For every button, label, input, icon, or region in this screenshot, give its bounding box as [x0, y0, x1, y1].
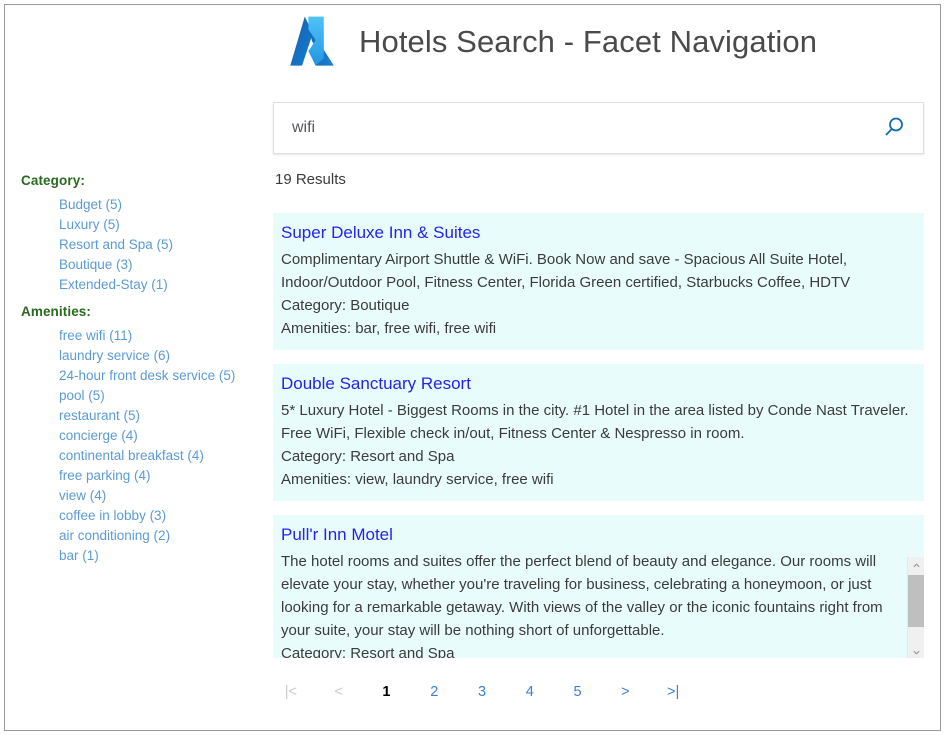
scroll-up-button[interactable]	[908, 557, 924, 574]
list-item: Budget (5)	[59, 195, 261, 215]
result-title-link[interactable]: Super Deluxe Inn & Suites	[281, 222, 910, 244]
list-item: concierge (4)	[59, 426, 261, 446]
pagination: |< < 1 2 3 4 5 > >|	[267, 681, 697, 703]
result-amenities: Amenities: view, laundry service, free w…	[281, 468, 910, 491]
facet-list-category: Budget (5) Luxury (5) Resort and Spa (5)…	[21, 195, 261, 295]
result-card[interactable]: Double Sanctuary Resort 5* Luxury Hotel …	[273, 364, 924, 501]
search-icon	[881, 115, 907, 141]
list-item: Luxury (5)	[59, 215, 261, 235]
facet-link-24-hour-front-desk-service[interactable]: 24-hour front desk service (5)	[59, 368, 235, 383]
scroll-down-button[interactable]	[908, 644, 924, 658]
result-category: Category: Boutique	[281, 294, 910, 317]
list-item: free wifi (11)	[59, 326, 261, 346]
pagination-page-1[interactable]: 1	[363, 681, 411, 703]
list-item: Extended-Stay (1)	[59, 275, 261, 295]
page-frame: Hotels Search - Facet Navigation 19 Resu…	[4, 4, 941, 731]
chevron-up-icon	[912, 561, 921, 570]
facet-group-amenities: Amenities: free wifi (11) laundry servic…	[21, 304, 261, 566]
facet-link-air-conditioning[interactable]: air conditioning (2)	[59, 528, 170, 543]
list-item: Resort and Spa (5)	[59, 235, 261, 255]
list-item: coffee in lobby (3)	[59, 506, 261, 526]
result-category: Category: Resort and Spa	[281, 642, 910, 658]
facet-link-budget[interactable]: Budget (5)	[59, 197, 122, 212]
result-title-link[interactable]: Pull'r Inn Motel	[281, 524, 910, 546]
pagination-last[interactable]: >|	[649, 681, 697, 703]
list-item: Boutique (3)	[59, 255, 261, 275]
facet-link-concierge[interactable]: concierge (4)	[59, 428, 138, 443]
list-item: 24-hour front desk service (5)	[59, 366, 261, 386]
result-description: The hotel rooms and suites offer the per…	[281, 550, 910, 642]
results-scrollbar[interactable]	[907, 557, 924, 658]
page-content: Hotels Search - Facet Navigation 19 Resu…	[5, 5, 940, 730]
list-item: pool (5)	[59, 386, 261, 406]
result-card[interactable]: Pull'r Inn Motel The hotel rooms and sui…	[273, 515, 924, 658]
result-category: Category: Resort and Spa	[281, 445, 910, 468]
results-panel[interactable]: Super Deluxe Inn & Suites Complimentary …	[273, 213, 924, 658]
pagination-prev: <	[315, 681, 363, 703]
facet-heading-category: Category:	[21, 173, 261, 188]
app-header: Hotels Search - Facet Navigation	[283, 13, 817, 71]
facet-link-bar[interactable]: bar (1)	[59, 548, 99, 563]
list-item: air conditioning (2)	[59, 526, 261, 546]
list-item: restaurant (5)	[59, 406, 261, 426]
pagination-next[interactable]: >	[601, 681, 649, 703]
scrollbar-thumb[interactable]	[908, 575, 924, 627]
result-description: Complimentary Airport Shuttle & WiFi. Bo…	[281, 248, 910, 294]
facet-link-restaurant[interactable]: restaurant (5)	[59, 408, 140, 423]
facet-heading-amenities: Amenities:	[21, 304, 261, 319]
result-amenities: Amenities: bar, free wifi, free wifi	[281, 317, 910, 340]
list-item: free parking (4)	[59, 466, 261, 486]
facet-link-free-parking[interactable]: free parking (4)	[59, 468, 151, 483]
result-card[interactable]: Super Deluxe Inn & Suites Complimentary …	[273, 213, 924, 350]
facet-link-coffee-in-lobby[interactable]: coffee in lobby (3)	[59, 508, 166, 523]
facet-list-amenities: free wifi (11) laundry service (6) 24-ho…	[21, 326, 261, 566]
facet-link-boutique[interactable]: Boutique (3)	[59, 257, 133, 272]
facet-link-continental-breakfast[interactable]: continental breakfast (4)	[59, 448, 204, 463]
facet-link-extended-stay[interactable]: Extended-Stay (1)	[59, 277, 168, 292]
search-bar[interactable]	[273, 102, 924, 154]
facet-link-view[interactable]: view (4)	[59, 488, 106, 503]
search-button[interactable]	[865, 103, 923, 153]
pagination-first: |<	[267, 681, 315, 703]
azure-logo-icon	[283, 13, 341, 71]
chevron-down-icon	[912, 648, 921, 657]
facet-group-category: Category: Budget (5) Luxury (5) Resort a…	[21, 173, 261, 295]
list-item: view (4)	[59, 486, 261, 506]
facet-link-luxury[interactable]: Luxury (5)	[59, 217, 120, 232]
results-count: 19 Results	[275, 171, 346, 188]
app-window: Hotels Search - Facet Navigation 19 Resu…	[0, 0, 945, 735]
facet-link-pool[interactable]: pool (5)	[59, 388, 105, 403]
page-title: Hotels Search - Facet Navigation	[359, 24, 817, 60]
results-list: Super Deluxe Inn & Suites Complimentary …	[273, 213, 924, 658]
pagination-page-3[interactable]: 3	[458, 681, 506, 703]
result-description: 5* Luxury Hotel - Biggest Rooms in the c…	[281, 399, 910, 445]
pagination-page-4[interactable]: 4	[506, 681, 554, 703]
facet-link-free-wifi[interactable]: free wifi (11)	[59, 328, 132, 343]
facet-navigation: Category: Budget (5) Luxury (5) Resort a…	[21, 173, 261, 575]
facet-link-laundry-service[interactable]: laundry service (6)	[59, 348, 170, 363]
facet-link-resort-and-spa[interactable]: Resort and Spa (5)	[59, 237, 173, 252]
pagination-page-2[interactable]: 2	[410, 681, 458, 703]
search-input[interactable]	[274, 103, 865, 153]
pagination-page-5[interactable]: 5	[554, 681, 602, 703]
list-item: continental breakfast (4)	[59, 446, 261, 466]
result-title-link[interactable]: Double Sanctuary Resort	[281, 373, 910, 395]
list-item: bar (1)	[59, 546, 261, 566]
list-item: laundry service (6)	[59, 346, 261, 366]
